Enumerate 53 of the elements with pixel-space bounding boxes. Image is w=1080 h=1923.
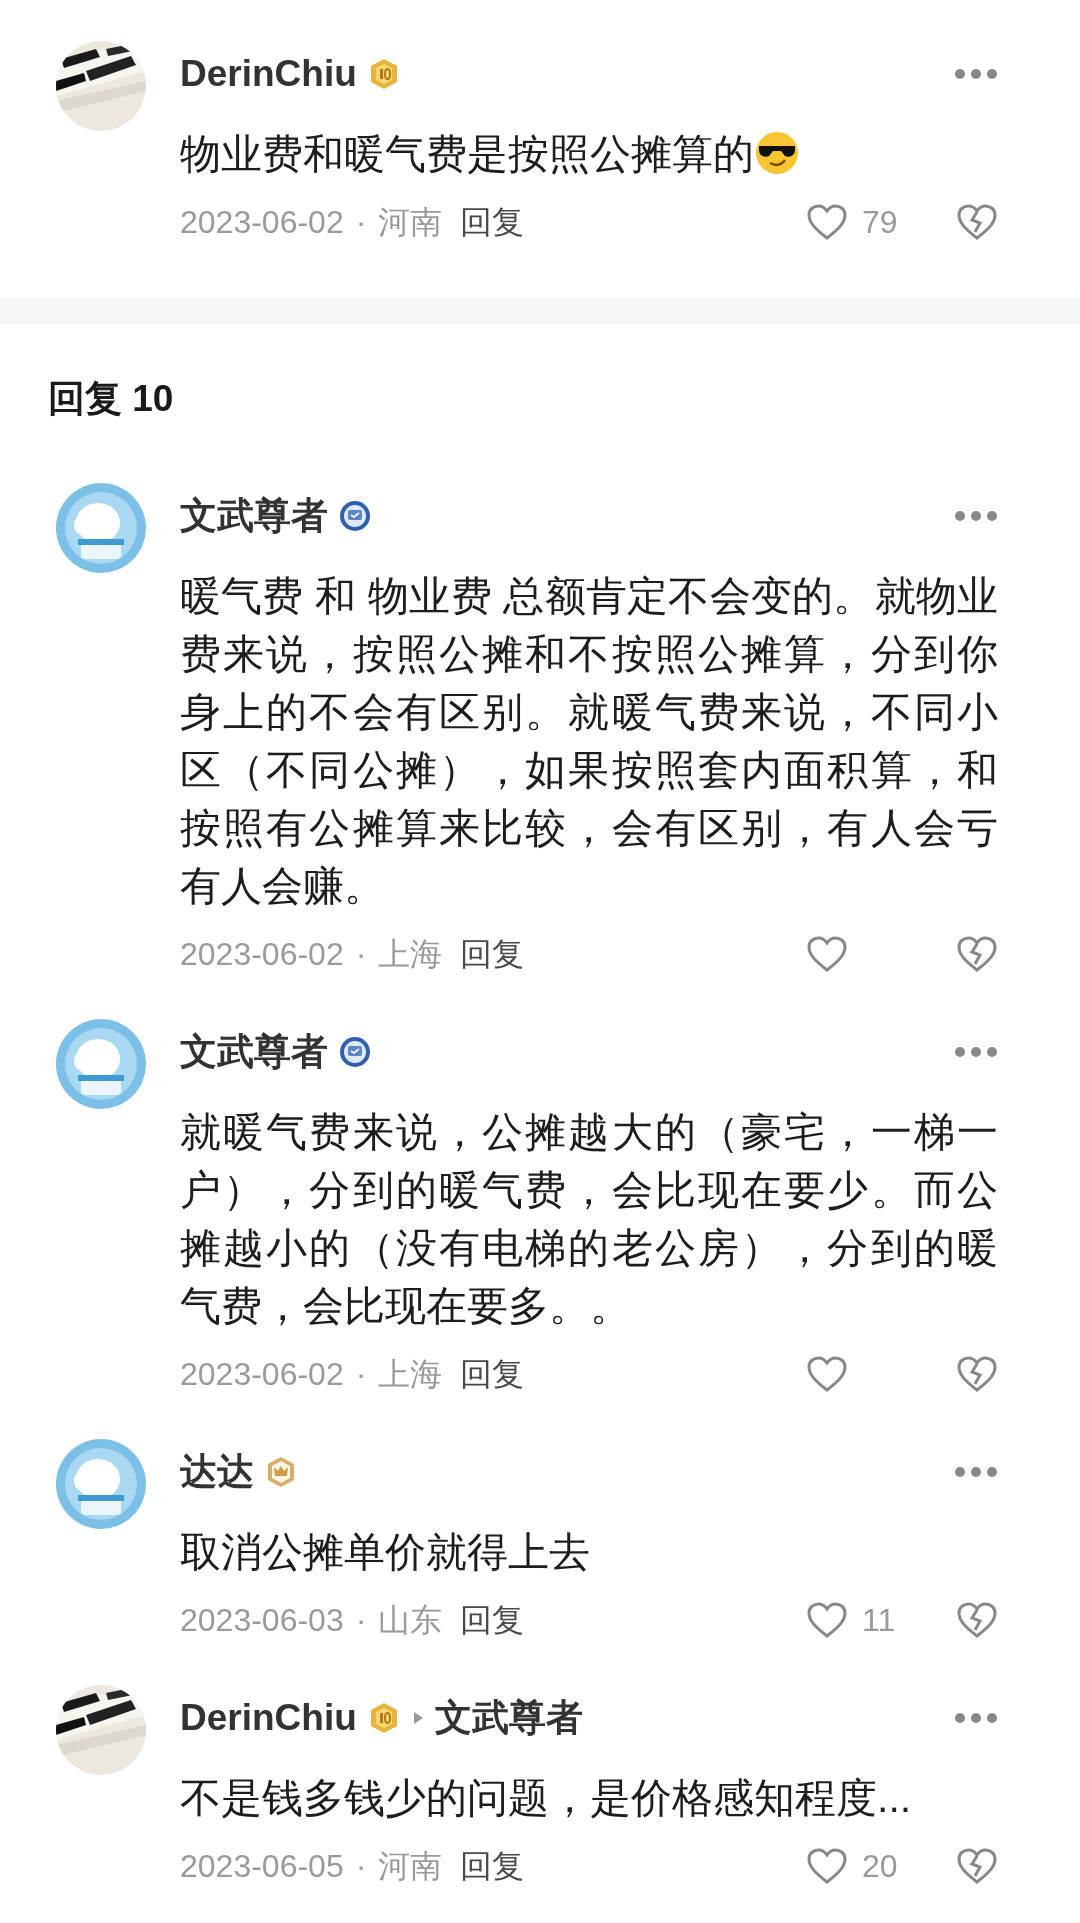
verified-badge-icon xyxy=(338,499,372,533)
reply-link[interactable]: 回复 xyxy=(460,1596,525,1644)
location-text: 上海 xyxy=(378,935,443,974)
more-icon xyxy=(954,1466,998,1478)
separator-dot: · xyxy=(355,1847,367,1886)
username[interactable]: 达达 xyxy=(180,1447,254,1497)
more-icon xyxy=(954,510,998,522)
reply-link[interactable]: 回复 xyxy=(460,1842,525,1890)
reply-target-name[interactable]: 文武尊者 xyxy=(434,1693,583,1743)
date-text: 2023-06-03 xyxy=(180,1601,344,1640)
dislike-icon xyxy=(956,203,998,241)
comment-text: 取消公摊单价就得上去 xyxy=(180,1528,591,1577)
sunglasses-emoji-icon xyxy=(754,130,800,176)
date-text: 2023-06-02 xyxy=(180,935,344,974)
reply-link[interactable]: 回复 xyxy=(460,198,525,246)
more-icon xyxy=(954,1046,998,1058)
more-icon xyxy=(954,1712,998,1724)
dislike-icon xyxy=(956,1601,998,1639)
dislike-icon xyxy=(956,935,998,973)
reply-link[interactable]: 回复 xyxy=(460,1350,525,1398)
username[interactable]: 文武尊者 xyxy=(180,491,328,541)
like-count: 20 xyxy=(862,1847,899,1886)
separator-dot: · xyxy=(355,1355,367,1394)
like-icon xyxy=(806,1601,848,1639)
comment-text: 不是钱多钱少的问题，是价格感知程度... xyxy=(180,1774,913,1823)
location-text: 河南 xyxy=(378,1847,443,1886)
like-icon xyxy=(806,935,848,973)
username[interactable]: DerinChiu xyxy=(180,49,357,99)
location-text: 上海 xyxy=(378,1355,443,1394)
replies-heading: 回复 10 xyxy=(48,377,175,421)
dislike-icon xyxy=(956,1355,998,1393)
dislike-icon xyxy=(956,1847,998,1885)
like-icon xyxy=(806,203,848,241)
comment-text: 暖气费 和 物业费 总额肯定不会变的。就物业费来说，按照公摊和不按照公摊算，分到你身上的不会有区别。就暖气费来说，不同小区（不同公摊），如果按照套内面积算，和按照有公摊算来比较，会有区别，有人会亏有人会赚。 xyxy=(180,572,998,911)
separator-dot: · xyxy=(355,1601,367,1640)
location-text: 河南 xyxy=(378,203,443,242)
comment-text: 就暖气费来说，公摊越大的（豪宅，一梯一户），分到的暖气费，会比现在要少。而公摊越小的（没有电梯的老公房），分到的暖气费，会比现在要多。。 xyxy=(180,1108,998,1331)
date-text: 2023-06-05 xyxy=(180,1847,344,1886)
username[interactable]: 文武尊者 xyxy=(180,1027,328,1077)
comment-text: 物业费和暖气费是按照公摊算的 xyxy=(180,125,998,183)
more-icon xyxy=(954,68,998,80)
like-icon xyxy=(806,1847,848,1885)
like-icon xyxy=(806,1355,848,1393)
verified-badge-icon xyxy=(338,1035,372,1069)
date-text: 2023-06-02 xyxy=(180,203,344,242)
location-text: 山东 xyxy=(378,1601,443,1640)
username[interactable]: DerinChiu xyxy=(180,1693,357,1743)
separator-dot: · xyxy=(355,203,367,242)
date-text: 2023-06-02 xyxy=(180,1355,344,1394)
like-count: 79 xyxy=(862,203,899,242)
like-count: 11 xyxy=(862,1601,897,1640)
separator-dot: · xyxy=(355,935,367,974)
reply-link[interactable]: 回复 xyxy=(460,930,525,978)
